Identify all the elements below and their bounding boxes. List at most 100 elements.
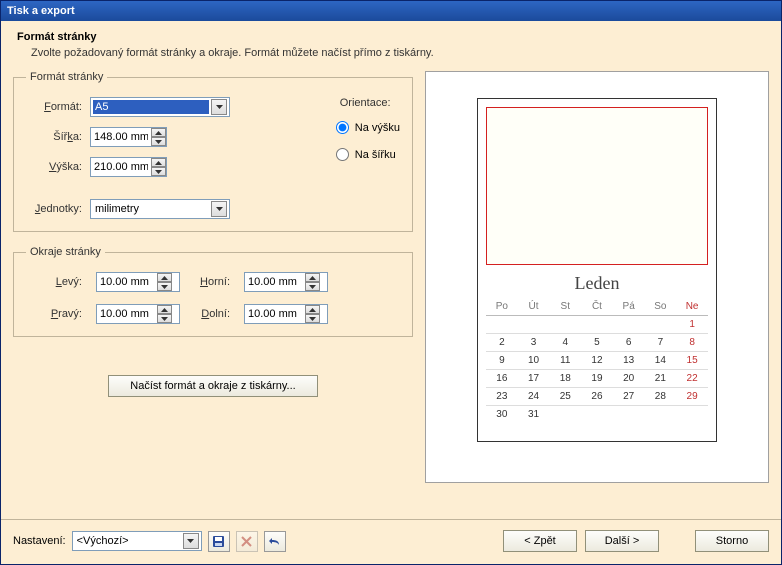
calendar-day: 19: [581, 370, 613, 388]
left-margin-input[interactable]: [97, 276, 157, 288]
spin-up-icon[interactable]: [157, 305, 172, 314]
settings-label: Nastavení:: [13, 535, 66, 547]
calendar-weekday: Po: [486, 298, 518, 316]
save-icon[interactable]: [208, 531, 230, 552]
calendar-day: 17: [518, 370, 550, 388]
calendar-day: 2: [486, 334, 518, 352]
calendar-day: [645, 316, 677, 334]
dropdown-icon[interactable]: [211, 201, 227, 217]
calendar-day: 16: [486, 370, 518, 388]
settings-value: <Výchozí>: [75, 534, 181, 548]
undo-icon[interactable]: [264, 531, 286, 552]
calendar-day: 6: [613, 334, 645, 352]
cancel-button[interactable]: Storno: [695, 530, 769, 552]
spin-down-icon[interactable]: [157, 314, 172, 323]
spin-down-icon[interactable]: [305, 314, 320, 323]
calendar-month: Leden: [486, 273, 708, 294]
right-margin-label: Pravý:: [26, 308, 84, 320]
calendar-day: 9: [486, 352, 518, 370]
format-combo[interactable]: A5: [90, 97, 230, 117]
titlebar: Tisk a export: [1, 1, 781, 21]
width-label: Šířka:: [26, 131, 84, 143]
left-margin-spin[interactable]: [96, 272, 180, 292]
calendar-day: [645, 406, 677, 424]
header: Formát stránky Zvolte požadovaný formát …: [1, 21, 781, 67]
back-button[interactable]: < Zpět: [503, 530, 577, 552]
spin-up-icon[interactable]: [151, 158, 166, 167]
calendar-day: 13: [613, 352, 645, 370]
calendar-weekday: Ne: [676, 298, 708, 316]
calendar-day: 15: [676, 352, 708, 370]
bottom-margin-input[interactable]: [245, 308, 305, 320]
calendar-day: 26: [581, 388, 613, 406]
units-value: milimetry: [93, 202, 209, 216]
spin-up-icon[interactable]: [157, 273, 172, 282]
spin-down-icon[interactable]: [157, 282, 172, 291]
spin-down-icon[interactable]: [151, 167, 166, 176]
preview-panel: Leden PoÚtStČtPáSoNe 1234567891011121314…: [425, 71, 769, 483]
calendar-day: [613, 316, 645, 334]
calendar-day: 29: [676, 388, 708, 406]
bottom-margin-label: Dolní:: [192, 308, 232, 320]
calendar-day: 24: [518, 388, 550, 406]
calendar-day: 25: [549, 388, 581, 406]
load-from-printer-button[interactable]: Načíst formát a okraje z tiskárny...: [108, 375, 318, 397]
next-button[interactable]: Další >: [585, 530, 659, 552]
format-value: A5: [93, 100, 209, 114]
height-input[interactable]: [91, 161, 151, 173]
spin-up-icon[interactable]: [305, 305, 320, 314]
height-label: Výška:: [26, 161, 84, 173]
calendar-day: 4: [549, 334, 581, 352]
page-format-group: Formát stránky Formát: A5: [13, 71, 413, 232]
right-margin-input[interactable]: [97, 308, 157, 320]
units-combo[interactable]: milimetry: [90, 199, 230, 219]
header-desc: Zvolte požadovaný formát stránky a okraj…: [17, 47, 765, 59]
orientation-group: Orientace: Na výšku Na šířku: [340, 97, 400, 219]
window-title: Tisk a export: [7, 5, 75, 17]
calendar-day: 11: [549, 352, 581, 370]
header-title: Formát stránky: [17, 31, 765, 43]
left-margin-label: Levý:: [26, 276, 84, 288]
calendar-day: [613, 406, 645, 424]
settings-combo[interactable]: <Výchozí>: [72, 531, 202, 551]
spin-down-icon[interactable]: [151, 137, 166, 146]
spin-up-icon[interactable]: [151, 128, 166, 137]
calendar-day: 31: [518, 406, 550, 424]
bottom-margin-spin[interactable]: [244, 304, 328, 324]
calendar-day: 18: [549, 370, 581, 388]
calendar-weekday: St: [549, 298, 581, 316]
preview-image-area: [486, 107, 708, 265]
calendar-day: [676, 406, 708, 424]
width-spin[interactable]: [90, 127, 167, 147]
height-spin[interactable]: [90, 157, 167, 177]
top-margin-spin[interactable]: [244, 272, 328, 292]
delete-icon[interactable]: [236, 531, 258, 552]
calendar-day: 12: [581, 352, 613, 370]
top-margin-input[interactable]: [245, 276, 305, 288]
format-label: Formát:: [26, 101, 84, 113]
width-input[interactable]: [91, 131, 151, 143]
spin-up-icon[interactable]: [305, 273, 320, 282]
calendar-day: 1: [676, 316, 708, 334]
margins-group: Okraje stránky Levý: Horní: Pravý:: [13, 246, 413, 337]
calendar-day: [581, 406, 613, 424]
right-margin-spin[interactable]: [96, 304, 180, 324]
landscape-radio[interactable]: [336, 148, 349, 161]
dropdown-icon[interactable]: [183, 533, 199, 549]
calendar-day: 23: [486, 388, 518, 406]
portrait-radio[interactable]: [336, 121, 349, 134]
landscape-label: Na šířku: [355, 149, 396, 161]
dropdown-icon[interactable]: [211, 99, 227, 115]
footer: Nastavení: <Výchozí> < Zpět Další > Stor…: [1, 519, 781, 564]
spin-down-icon[interactable]: [305, 282, 320, 291]
calendar-weekday: So: [645, 298, 677, 316]
dialog-window: Tisk a export Formát stránky Zvolte poža…: [0, 0, 782, 565]
calendar-day: [549, 316, 581, 334]
body: Formát stránky Formát: A5: [1, 67, 781, 519]
calendar-day: 7: [645, 334, 677, 352]
orientation-label: Orientace:: [340, 97, 400, 109]
units-label: Jednotky:: [26, 203, 84, 215]
calendar-table: PoÚtStČtPáSoNe 1234567891011121314151617…: [486, 298, 708, 423]
calendar-day: 27: [613, 388, 645, 406]
margins-legend: Okraje stránky: [26, 246, 105, 258]
